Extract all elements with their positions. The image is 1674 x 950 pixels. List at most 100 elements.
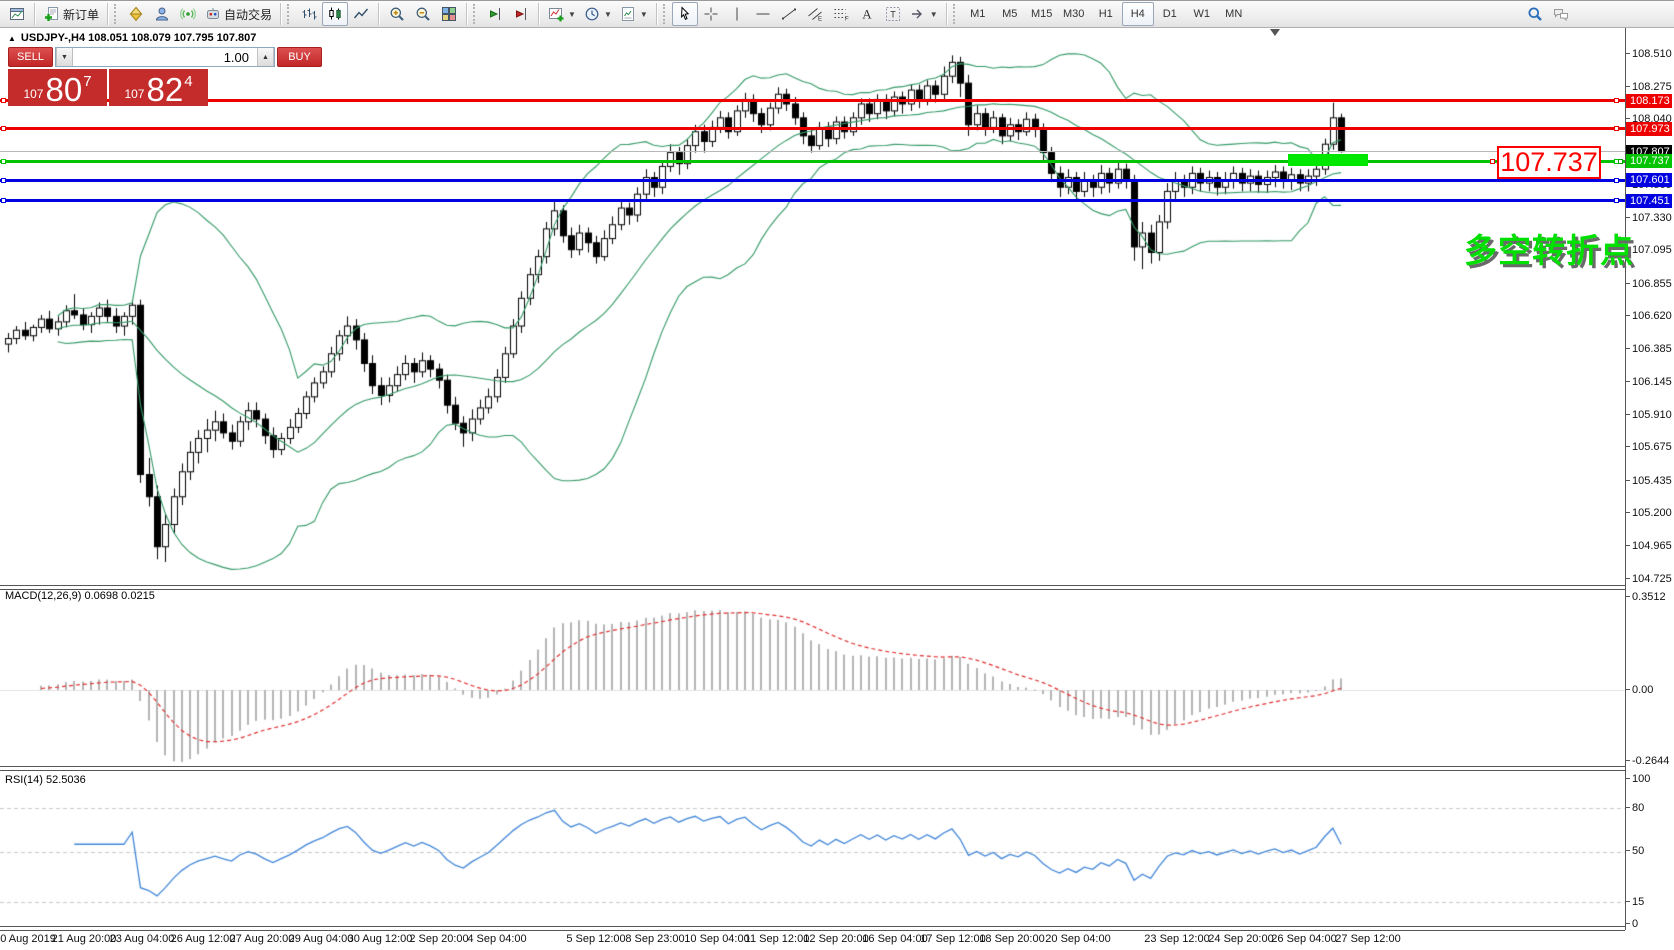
resistance-line-1-endpoint[interactable]: [1614, 98, 1619, 103]
toolbar-separator: [946, 3, 948, 25]
support-line-2[interactable]: [0, 199, 1625, 202]
tf-h1-label: H1: [1099, 8, 1113, 20]
tf-h4[interactable]: H4: [1122, 2, 1154, 26]
chart-symbol-title: ▲USDJPY-,H4 108.051 108.079 107.795 107.…: [8, 32, 256, 44]
buy-button[interactable]: BUY: [277, 47, 322, 67]
tf-m30[interactable]: M30: [1058, 2, 1090, 26]
volume-decrease-button[interactable]: ▼: [56, 48, 73, 66]
toolbar-group: [296, 1, 374, 27]
autotrade-button[interactable]: 自动交易: [201, 2, 276, 26]
profile-icon: [154, 6, 170, 22]
support-line-1-endpoint[interactable]: [1, 178, 6, 183]
callout-left-marker[interactable]: [1490, 159, 1495, 164]
big-price-callout[interactable]: 107.737: [1497, 146, 1601, 179]
resistance-line-2[interactable]: [0, 127, 1625, 130]
crosshair-button[interactable]: [698, 2, 724, 26]
chart-shift-button[interactable]: [508, 2, 534, 26]
pivot-line-endpoint[interactable]: [1, 159, 6, 164]
support-line-2-endpoint[interactable]: [1614, 198, 1619, 203]
chevron-down-icon[interactable]: ▼: [930, 10, 938, 19]
toolbar-drag-handle[interactable]: [663, 4, 668, 24]
chat-button[interactable]: [1548, 2, 1574, 26]
signals-button[interactable]: [175, 2, 201, 26]
zoom-out-button[interactable]: [410, 2, 436, 26]
crosshair-icon: [703, 6, 719, 22]
tf-w1-label: W1: [1193, 8, 1210, 20]
toolbar-drag-handle[interactable]: [287, 4, 292, 24]
toolbar-right-group: [1522, 2, 1574, 26]
profile-button[interactable]: [149, 2, 175, 26]
callout-right-marker[interactable]: [1618, 159, 1623, 164]
bar-chart-button[interactable]: [296, 2, 322, 26]
shapes-icon: [910, 6, 926, 22]
svg-text:A: A: [862, 7, 872, 22]
tf-h1[interactable]: H1: [1090, 2, 1122, 26]
sell-price-prefix: 107: [23, 87, 43, 101]
panel-collapse-icon[interactable]: ▲: [8, 34, 16, 43]
indicators-button[interactable]: ▼: [544, 2, 580, 26]
cursor-button[interactable]: [672, 2, 698, 26]
toolbar-drag-handle[interactable]: [473, 4, 478, 24]
chevron-down-icon[interactable]: ▼: [568, 10, 576, 19]
zoom-out-icon: [415, 6, 431, 22]
chevron-down-icon[interactable]: ▼: [604, 10, 612, 19]
tf-mn[interactable]: MN: [1218, 2, 1250, 26]
resistance-line-2-endpoint[interactable]: [1, 126, 6, 131]
templates-button[interactable]: ▼: [616, 2, 652, 26]
volume-increase-button[interactable]: ▲: [257, 48, 274, 66]
fibo-button[interactable]: F: [828, 2, 854, 26]
hline-button[interactable]: [750, 2, 776, 26]
sell-price-box[interactable]: 107 80 7: [8, 69, 107, 106]
pivot-line[interactable]: [0, 160, 1625, 163]
tf-m5[interactable]: M5: [994, 2, 1026, 26]
svg-text:E: E: [818, 17, 822, 23]
line-chart-button[interactable]: [348, 2, 374, 26]
buy-price-prefix: 107: [124, 87, 144, 101]
candle-chart-icon: [327, 6, 343, 22]
price-chart-canvas[interactable]: [0, 0, 1674, 950]
new-order-button[interactable]: 新订单: [40, 2, 103, 26]
highlight-rectangle[interactable]: [1288, 154, 1368, 166]
periods-button[interactable]: ▼: [580, 2, 616, 26]
toolbar-drag-handle[interactable]: [114, 4, 119, 24]
trendline-icon: [781, 6, 797, 22]
buy-price-pip: 4: [184, 73, 192, 90]
text-button[interactable]: A: [854, 2, 880, 26]
tf-w1[interactable]: W1: [1186, 2, 1218, 26]
channel-icon: E: [807, 6, 823, 22]
resistance-line-2-endpoint[interactable]: [1614, 126, 1619, 131]
toolbar-separator: [538, 3, 540, 25]
toolbar-drag-handle[interactable]: [953, 4, 958, 24]
autoscroll-button[interactable]: [482, 2, 508, 26]
tile-windows-button[interactable]: [436, 2, 462, 26]
resistance-line-1[interactable]: [0, 99, 1625, 102]
chevron-down-icon[interactable]: ▼: [640, 10, 648, 19]
tf-m15-label: M15: [1031, 8, 1052, 20]
label-button[interactable]: T: [880, 2, 906, 26]
trendline-button[interactable]: [776, 2, 802, 26]
quotes-button[interactable]: [123, 2, 149, 26]
shapes-button[interactable]: ▼: [906, 2, 942, 26]
toolbar-separator: [656, 3, 658, 25]
quotes-icon: [128, 6, 144, 22]
resistance-line-1-endpoint[interactable]: [1, 98, 6, 103]
zoom-in-button[interactable]: [384, 2, 410, 26]
chart-window-icon[interactable]: [4, 2, 30, 26]
autoscroll-icon: [487, 6, 503, 22]
tf-m1[interactable]: M1: [962, 2, 994, 26]
support-line-2-endpoint[interactable]: [1, 198, 6, 203]
volume-input[interactable]: [73, 48, 257, 66]
tf-d1-label: D1: [1163, 8, 1177, 20]
toolbar-group: 自动交易: [123, 1, 276, 27]
channel-button[interactable]: E: [802, 2, 828, 26]
search-button[interactable]: [1522, 2, 1548, 26]
support-line-1-endpoint[interactable]: [1614, 178, 1619, 183]
chart-shift-icon: [513, 6, 529, 22]
tf-m15[interactable]: M15: [1026, 2, 1058, 26]
candle-chart-button[interactable]: [322, 2, 348, 26]
sell-button[interactable]: SELL: [8, 47, 53, 67]
tf-d1[interactable]: D1: [1154, 2, 1186, 26]
support-line-1[interactable]: [0, 179, 1625, 182]
buy-price-box[interactable]: 107 82 4: [109, 69, 208, 106]
vline-button[interactable]: [724, 2, 750, 26]
